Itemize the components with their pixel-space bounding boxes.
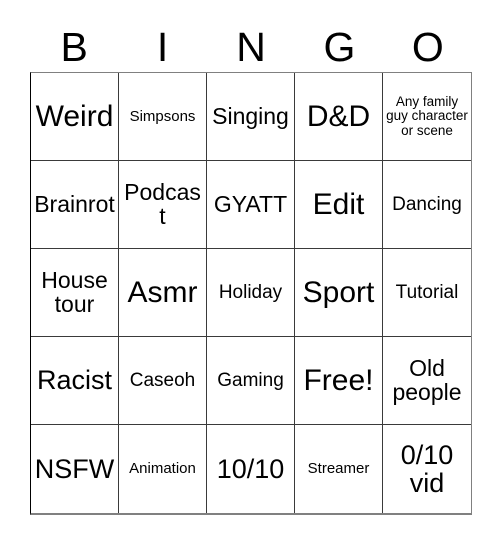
bingo-cell-r4c5[interactable]: Old people [383, 337, 471, 425]
bingo-grid: Weird Simpsons Singing D&D Any family gu… [30, 72, 472, 515]
bingo-cell-label: Simpsons [129, 107, 196, 125]
bingo-cell-r2c3[interactable]: GYATT [207, 161, 295, 249]
bingo-cell-r5c4[interactable]: Streamer [295, 425, 383, 513]
bingo-header-letter-o: O [411, 23, 444, 70]
bingo-cell-r5c2[interactable]: Animation [119, 425, 207, 513]
bingo-header-letter-g: G [323, 23, 356, 70]
bingo-cell-label: Singing [212, 102, 289, 129]
bingo-cell-r3c4[interactable]: Sport [295, 249, 383, 337]
bingo-cell-label: Brainrot [34, 190, 115, 217]
bingo-cell-r2c1[interactable]: Brainrot [31, 161, 119, 249]
bingo-cell-r2c4[interactable]: Edit [295, 161, 383, 249]
bingo-cell-r3c2[interactable]: Asmr [119, 249, 207, 337]
bingo-cell-r3c5[interactable]: Tutorial [383, 249, 471, 337]
bingo-cell-free-space[interactable]: Free! [295, 337, 383, 425]
bingo-cell-r5c5[interactable]: 0/10 vid [383, 425, 471, 513]
bingo-cell-r4c3[interactable]: Gaming [207, 337, 295, 425]
bingo-cell-r5c3[interactable]: 10/10 [207, 425, 295, 513]
bingo-cell-label: Edit [312, 187, 365, 221]
bingo-cell-r2c5[interactable]: Dancing [383, 161, 471, 249]
bingo-cell-label: Racist [36, 365, 112, 396]
bingo-cell-r4c2[interactable]: Caseoh [119, 337, 207, 425]
bingo-cell-r1c3[interactable]: Singing [207, 73, 295, 161]
bingo-cell-label: Asmr [127, 275, 198, 309]
bingo-cell-r4c1[interactable]: Racist [31, 337, 119, 425]
bingo-cell-label: House tour [41, 266, 108, 317]
bingo-cell-label: Any family guy character or scene [386, 94, 468, 138]
bingo-cell-label: Streamer [307, 460, 370, 478]
bingo-header-row: B I N G O [30, 22, 472, 72]
bingo-cell-r1c2[interactable]: Simpsons [119, 73, 207, 161]
bingo-cell-r5c1[interactable]: NSFW [31, 425, 119, 513]
bingo-card: B I N G O Weird Simpsons Singing D&D Any… [0, 0, 500, 544]
bingo-cell-label: Weird [35, 99, 114, 133]
bingo-cell-r1c4[interactable]: D&D [295, 73, 383, 161]
bingo-cell-label: 0/10 vid [400, 439, 454, 498]
bingo-cell-label: Gaming [217, 369, 284, 391]
bingo-header-letter-b: B [60, 23, 88, 70]
bingo-cell-label: GYATT [213, 190, 288, 217]
bingo-cell-label: Free! [303, 363, 374, 397]
bingo-cell-r2c2[interactable]: Podcast [119, 161, 207, 249]
bingo-cell-label: Tutorial [395, 281, 459, 303]
bingo-cell-label: NSFW [34, 453, 115, 484]
bingo-cell-label: D&D [306, 99, 371, 133]
bingo-cell-label: Animation [129, 460, 196, 478]
bingo-cell-label: Caseoh [129, 369, 196, 391]
bingo-header-letter-i: I [156, 23, 169, 70]
bingo-cell-label: Sport [302, 275, 375, 309]
bingo-cell-label: Old people [392, 354, 462, 405]
bingo-cell-label: Dancing [392, 193, 462, 215]
bingo-cell-label: Podcast [124, 178, 201, 229]
bingo-cell-r1c5[interactable]: Any family guy character or scene [383, 73, 471, 161]
bingo-cell-r3c3[interactable]: Holiday [207, 249, 295, 337]
bingo-cell-label: Holiday [218, 281, 283, 303]
bingo-cell-r1c1[interactable]: Weird [31, 73, 119, 161]
bingo-cell-r3c1[interactable]: House tour [31, 249, 119, 337]
bingo-header-letter-n: N [236, 23, 266, 70]
bingo-cell-label: 10/10 [216, 453, 285, 484]
